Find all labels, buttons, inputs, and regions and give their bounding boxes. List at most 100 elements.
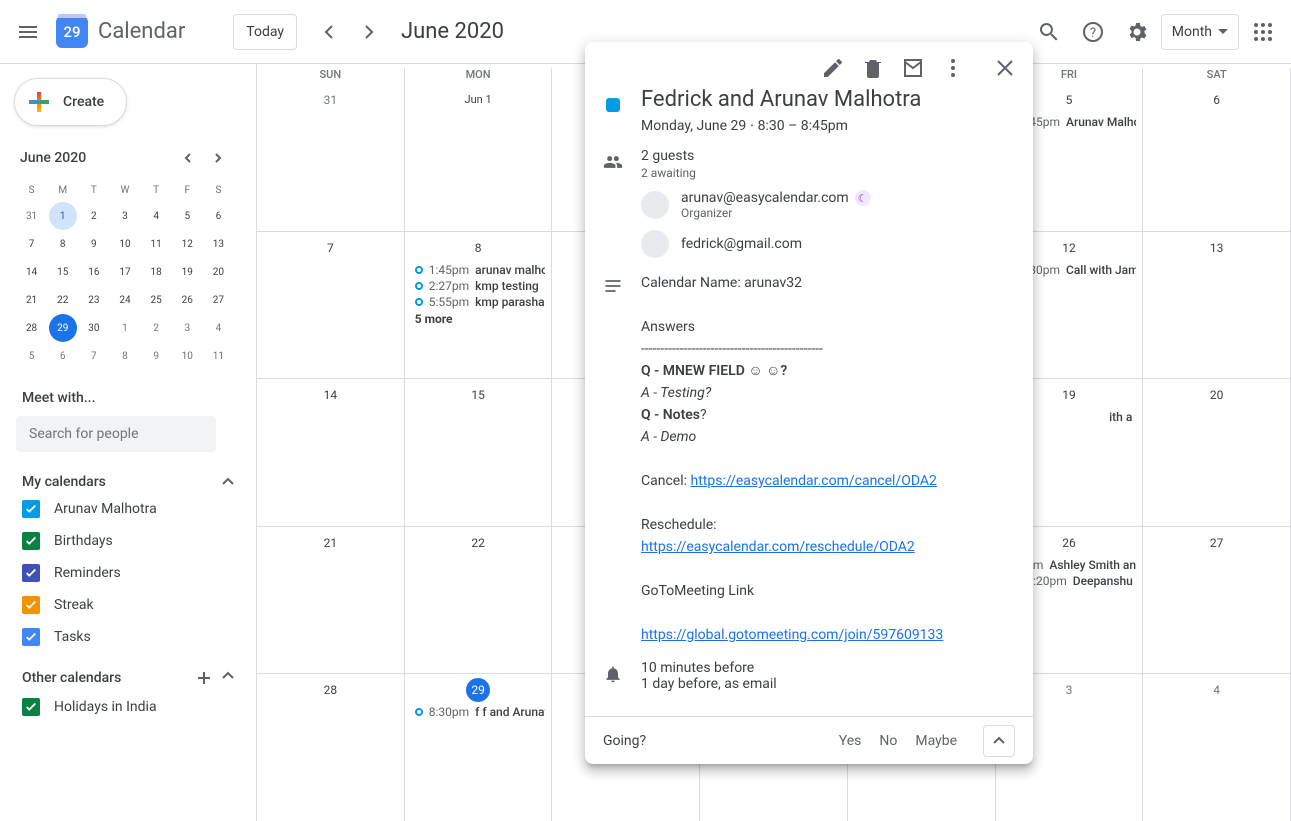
mini-day[interactable]: 7 [80,342,108,370]
next-month-button[interactable] [349,12,389,52]
mini-day[interactable]: 30 [80,314,108,342]
search-icon[interactable] [1029,12,1069,52]
checkbox-icon[interactable] [22,532,40,550]
mini-day[interactable]: 11 [142,230,170,258]
more-events[interactable]: 5 more [415,312,542,326]
create-button[interactable]: Create [14,78,127,126]
edit-event-button[interactable] [815,50,851,86]
email-guests-button[interactable] [895,50,931,86]
calendar-item[interactable]: Holidays in India [22,698,236,716]
day-cell[interactable]: 4 [1143,674,1291,821]
mini-day[interactable]: 5 [18,342,46,370]
checkbox-icon[interactable] [22,500,40,518]
delete-event-button[interactable] [855,50,891,86]
mini-day[interactable]: 14 [18,258,46,286]
mini-day[interactable]: 8 [49,230,77,258]
mini-day[interactable]: 1 [49,202,77,230]
rsvp-no[interactable]: No [879,733,897,749]
day-cell[interactable]: 7 [257,232,405,379]
meeting-link[interactable]: https://global.gotomeeting.com/join/5976… [641,627,943,643]
mini-day[interactable]: 28 [18,314,46,342]
rsvp-expand-button[interactable] [983,725,1015,757]
mini-day[interactable]: 2 [142,314,170,342]
day-cell[interactable]: 81:45pmarunav malhotra2:27pmkmp testing5… [405,232,553,379]
day-cell[interactable]: 27 [1143,527,1291,674]
settings-icon[interactable] [1117,12,1157,52]
search-people-input[interactable] [16,416,216,452]
apps-icon[interactable] [1243,12,1283,52]
calendar-item[interactable]: Tasks [22,628,236,646]
mini-day[interactable]: 25 [142,286,170,314]
mini-day[interactable]: 29 [49,314,77,342]
day-cell[interactable]: 20 [1143,379,1291,526]
mini-day[interactable]: 27 [204,286,232,314]
mini-day[interactable]: 9 [142,342,170,370]
mini-day[interactable]: 5 [173,202,201,230]
today-button[interactable]: Today [233,14,297,50]
mini-day[interactable]: 3 [111,202,139,230]
close-popup-button[interactable] [987,50,1023,86]
mini-day[interactable]: 16 [80,258,108,286]
mini-day[interactable]: 12 [173,230,201,258]
event-chip[interactable]: 8:30pmf f and Arunav M [411,704,546,720]
mini-day[interactable]: 20 [204,258,232,286]
day-cell[interactable]: Jun 1 [405,84,553,231]
mini-day[interactable]: 4 [142,202,170,230]
calendar-item[interactable]: Birthdays [22,532,236,550]
mini-day[interactable]: 15 [49,258,77,286]
checkbox-icon[interactable] [22,628,40,646]
event-chip[interactable]: 2:27pmkmp testing [411,278,546,294]
event-chip[interactable]: 5:55pmkmp parashar & [411,294,546,310]
mini-day[interactable]: 23 [80,286,108,314]
mini-prev-button[interactable] [176,146,200,170]
mini-day[interactable]: 22 [49,286,77,314]
main-menu-button[interactable] [8,12,48,52]
day-cell[interactable]: 15 [405,379,553,526]
mini-day[interactable]: 21 [18,286,46,314]
day-cell[interactable]: 28 [257,674,405,821]
mini-day[interactable]: 6 [204,202,232,230]
mini-day[interactable]: 2 [80,202,108,230]
calendar-item[interactable]: Reminders [22,564,236,582]
mini-day[interactable]: 24 [111,286,139,314]
day-cell[interactable]: 298:30pmf f and Arunav M [405,674,553,821]
day-cell[interactable]: 31 [257,84,405,231]
day-cell[interactable]: 14 [257,379,405,526]
mini-day[interactable]: 17 [111,258,139,286]
mini-day[interactable]: 3 [173,314,201,342]
add-calendar-icon[interactable] [194,668,214,688]
calendar-item[interactable]: Streak [22,596,236,614]
mini-next-button[interactable] [206,146,230,170]
mini-day[interactable]: 1 [111,314,139,342]
mini-day[interactable]: 9 [80,230,108,258]
mini-day[interactable]: 26 [173,286,201,314]
checkbox-icon[interactable] [22,596,40,614]
mini-day[interactable]: 10 [111,230,139,258]
day-cell[interactable]: 22 [405,527,553,674]
rsvp-yes[interactable]: Yes [839,733,862,749]
mini-day[interactable]: 6 [49,342,77,370]
rsvp-maybe[interactable]: Maybe [915,733,957,749]
day-cell[interactable]: 13 [1143,232,1291,379]
reschedule-link[interactable]: https://easycalendar.com/reschedule/ODA2 [641,539,915,555]
checkbox-icon[interactable] [22,564,40,582]
mini-day[interactable]: 11 [204,342,232,370]
prev-month-button[interactable] [309,12,349,52]
cancel-link[interactable]: https://easycalendar.com/cancel/ODA2 [690,473,936,489]
my-calendars-toggle[interactable]: My calendars [22,474,236,490]
view-switcher[interactable]: Month [1161,14,1239,50]
event-chip[interactable]: 1:45pmarunav malhotra [411,262,546,278]
mini-day[interactable]: 31 [18,202,46,230]
calendar-item[interactable]: Arunav Malhotra [22,500,236,518]
mini-day[interactable]: 8 [111,342,139,370]
day-cell[interactable]: 6 [1143,84,1291,231]
mini-day[interactable]: 7 [18,230,46,258]
mini-day[interactable]: 19 [173,258,201,286]
mini-day[interactable]: 18 [142,258,170,286]
other-calendars-toggle[interactable]: Other calendars [22,668,236,688]
event-options-button[interactable] [935,50,971,86]
mini-day[interactable]: 10 [173,342,201,370]
checkbox-icon[interactable] [22,698,40,716]
mini-day[interactable]: 4 [204,314,232,342]
mini-day[interactable]: 13 [204,230,232,258]
